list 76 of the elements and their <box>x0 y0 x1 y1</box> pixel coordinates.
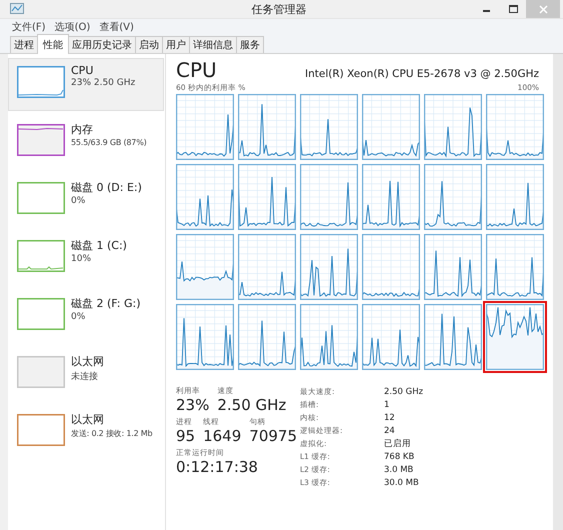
core-usage-graph <box>238 94 296 160</box>
core-usage-graph <box>486 304 544 370</box>
core-usage-graph <box>176 164 234 230</box>
core-usage-graph <box>486 234 544 300</box>
detail-value: 30.0 MB <box>384 477 420 489</box>
detail-value: 12 <box>384 412 396 424</box>
maximize-icon <box>508 5 518 13</box>
tab[interactable]: 进程 <box>10 36 38 53</box>
sidebar-item[interactable]: 磁盘 2 (F: G:) 0% <box>8 290 164 343</box>
core-usage-graph <box>362 164 420 230</box>
detail-value: 768 KB <box>384 451 416 463</box>
sidebar-item[interactable]: 以太网 发送: 0.2 接收: 1.2 Mb <box>8 406 164 459</box>
core-usage-graph <box>362 94 420 160</box>
window-title: 任务管理器 <box>250 2 308 16</box>
tab[interactable]: 应用历史记录 <box>68 36 136 53</box>
core-usage-graph <box>238 304 296 370</box>
tab[interactable]: 服务 <box>236 36 264 53</box>
sidebar-item-detail: 发送: 0.2 接收: 1.2 Mb <box>71 428 152 439</box>
tab[interactable]: 详细信息 <box>189 36 237 53</box>
sidebar-item-detail: 0% <box>71 312 86 322</box>
panel-title: CPU <box>176 58 217 82</box>
detail-value: 已启用 <box>384 438 412 450</box>
stat-value: 95 <box>176 427 196 445</box>
core-usage-graph <box>424 234 482 300</box>
scrollbar[interactable] <box>553 54 563 530</box>
core-usage-graph <box>362 234 420 300</box>
core-usage-graph <box>176 94 234 160</box>
processor-name: Intel(R) Xeon(R) CPU E5-2678 v3 @ 2.50GHz <box>305 68 540 80</box>
core-usage-graph <box>176 234 234 300</box>
sidebar-item-name: 内存 <box>71 122 94 137</box>
sidebar-item[interactable]: 内存 55.5/63.9 GB (87%) <box>8 116 164 169</box>
sidebar-item-name: 以太网 <box>71 354 104 369</box>
sidebar-item-name: 以太网 <box>71 412 105 427</box>
core-usage-graph <box>300 304 358 370</box>
core-usage-graph <box>424 94 482 160</box>
core-usage-graph <box>424 164 482 230</box>
core-usage-graph <box>424 304 482 370</box>
detail-value: 1 <box>384 399 390 411</box>
detail-value: 3.0 MB <box>384 464 414 476</box>
sidebar-item[interactable]: CPU 23% 2.50 GHz <box>8 58 164 111</box>
core-usage-graph <box>300 234 358 300</box>
sidebar-item-detail: 未连接 <box>71 370 99 383</box>
sidebar-item-detail: 10% <box>71 254 92 264</box>
tab[interactable]: 启动 <box>135 36 163 53</box>
menu-item[interactable]: 查看(V) <box>99 20 134 34</box>
core-usage-graph <box>300 94 358 160</box>
sidebar-item-name: CPU <box>71 64 94 77</box>
sidebar-item[interactable]: 磁盘 0 (D: E:) 0% <box>8 174 164 227</box>
close-icon <box>538 4 548 14</box>
tab[interactable]: 用户 <box>162 36 190 53</box>
stat-value: 23% <box>176 396 210 414</box>
sidebar-item-name: 磁盘 0 (D: E:) <box>71 180 142 195</box>
stat-value: 0:12:17:38 <box>176 458 258 476</box>
sidebar-item-name: 磁盘 1 (C:) <box>71 238 127 253</box>
core-usage-graph <box>176 304 234 370</box>
detail-value: 2.50 GHz <box>384 386 424 398</box>
sidebar-item-detail: 0% <box>71 196 86 206</box>
core-usage-graph <box>486 94 544 160</box>
core-usage-graph <box>300 164 358 230</box>
stat-value: 70975 <box>249 427 297 445</box>
core-usage-graph <box>362 304 420 370</box>
menu-item[interactable]: 选项(O) <box>54 20 90 34</box>
menu-item[interactable]: 文件(F) <box>12 20 46 34</box>
sidebar-item-name: 磁盘 2 (F: G:) <box>71 296 140 311</box>
core-usage-graph <box>238 234 296 300</box>
sidebar-item[interactable]: 以太网 未连接 <box>8 348 164 401</box>
core-usage-graph <box>238 164 296 230</box>
tab[interactable]: 性能 <box>37 34 69 54</box>
sidebar-item[interactable]: 磁盘 1 (C:) 10% <box>8 232 164 285</box>
detail-value: 24 <box>384 425 396 437</box>
core-usage-graph <box>486 164 544 230</box>
sidebar-item-detail: 23% 2.50 GHz <box>71 78 136 88</box>
stat-value: 1649 <box>203 427 242 445</box>
app-icon <box>10 3 24 15</box>
sidebar-item-detail: 55.5/63.9 GB (87%) <box>71 138 147 147</box>
stat-value: 2.50 GHz <box>217 396 286 414</box>
